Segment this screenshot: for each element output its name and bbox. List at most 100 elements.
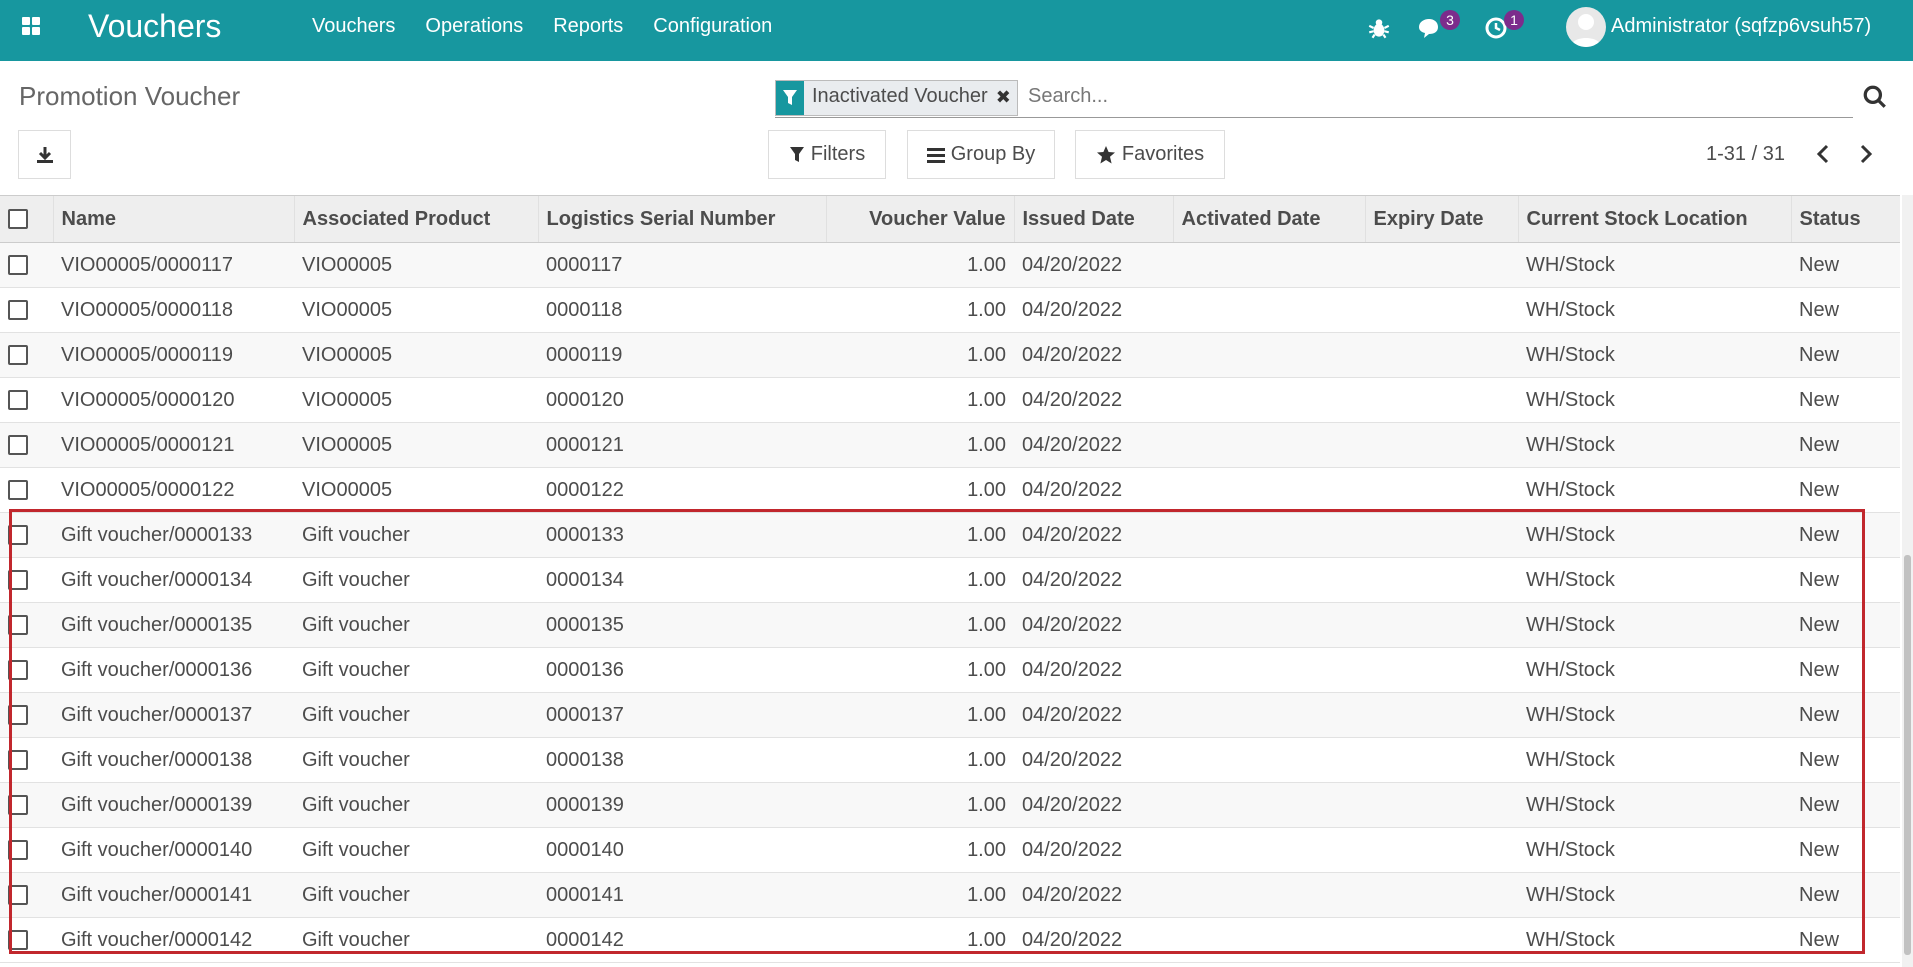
select-all-cell [0, 195, 53, 243]
row-checkbox[interactable] [8, 840, 28, 861]
apps-menu-icon[interactable] [22, 17, 40, 35]
activities-badge: 1 [1504, 10, 1524, 30]
menu-vouchers[interactable]: Vouchers [312, 15, 395, 38]
table-row[interactable]: Gift voucher/0000140 Gift voucher 0000140 1… [0, 827, 1900, 873]
row-checkbox[interactable] [8, 885, 28, 906]
cell-status: New [1791, 872, 1900, 918]
table-row[interactable]: VIO00005/0000120 VIO00005 0000120 1.00 04/20… [0, 377, 1900, 423]
favorites-button[interactable]: Favorites [1075, 130, 1225, 179]
row-checkbox[interactable] [8, 750, 28, 771]
row-checkbox[interactable] [8, 390, 28, 411]
column-header-status[interactable]: Status [1790, 195, 1900, 243]
table-row[interactable]: Gift voucher/0000133 Gift voucher 0000133 1… [0, 512, 1900, 558]
facet-remove-icon[interactable]: ✖ [994, 81, 1017, 115]
cell-activated-date [1173, 512, 1365, 558]
pager-next-button[interactable] [1853, 140, 1879, 168]
column-header-issued-date[interactable]: Issued Date [1013, 195, 1173, 243]
vertical-scrollbar[interactable] [1902, 195, 1913, 967]
cell-expiry-date [1365, 332, 1518, 378]
cell-serial: 0000122 [538, 467, 826, 513]
cell-location: WH/Stock [1518, 647, 1791, 693]
table-row[interactable]: Gift voucher/0000135 Gift voucher 0000135 1… [0, 602, 1900, 648]
menu-configuration[interactable]: Configuration [653, 15, 772, 38]
pager-previous-button[interactable] [1810, 140, 1836, 168]
cell-product: VIO00005 [294, 287, 538, 333]
table-row[interactable]: VIO00005/0000121 VIO00005 0000121 1.00 04/20… [0, 422, 1900, 468]
bug-icon[interactable] [1366, 15, 1392, 41]
cell-activated-date [1173, 242, 1365, 288]
table-row[interactable]: Gift voucher/0000139 Gift voucher 0000139 1… [0, 782, 1900, 828]
table-row[interactable]: Gift voucher/0000141 Gift voucher 0000141 1… [0, 872, 1900, 918]
cell-name: VIO00005/0000120 [53, 377, 294, 423]
cell-product: Gift voucher [294, 692, 538, 738]
row-checkbox[interactable] [8, 570, 28, 591]
table-row[interactable]: Gift voucher/0000134 Gift voucher 0000134 1… [0, 557, 1900, 603]
cell-status: New [1791, 557, 1900, 603]
table-row[interactable]: Gift voucher/0000142 Gift voucher 0000142 1… [0, 917, 1900, 963]
table-row[interactable]: VIO00005/0000119 VIO00005 0000119 1.00 04/20… [0, 332, 1900, 378]
cell-serial: 0000119 [538, 332, 826, 378]
export-button[interactable] [18, 130, 71, 179]
table-row[interactable]: Gift voucher/0000137 Gift voucher 0000137 1… [0, 692, 1900, 738]
filters-button[interactable]: Filters [768, 130, 886, 179]
table-row[interactable]: VIO00005/0000118 VIO00005 0000118 1.00 04/20… [0, 287, 1900, 333]
cell-activated-date [1173, 377, 1365, 423]
table-row[interactable]: VIO00005/0000117 VIO00005 0000117 1.00 04/20… [0, 242, 1900, 288]
page-title: Promotion Voucher [19, 81, 241, 111]
row-checkbox[interactable] [8, 525, 28, 546]
voucher-list: Name Associated Product Logistics Serial… [0, 195, 1900, 967]
scrollbar-thumb[interactable] [1904, 555, 1911, 955]
user-menu[interactable]: Administrator (sqfzp6vsuh57) [1611, 15, 1871, 38]
column-header-name[interactable]: Name [52, 195, 294, 243]
cell-product: Gift voucher [294, 557, 538, 603]
cell-status: New [1791, 287, 1900, 333]
row-checkbox[interactable] [8, 660, 28, 681]
table-row[interactable]: Gift voucher/0000136 Gift voucher 0000136 1… [0, 647, 1900, 693]
cell-serial: 0000141 [538, 872, 826, 918]
row-checkbox[interactable] [8, 255, 28, 276]
pager-value[interactable]: 1-31 / 31 [1706, 143, 1785, 166]
app-brand[interactable]: Vouchers [88, 8, 221, 45]
column-header-expiry-date[interactable]: Expiry Date [1364, 195, 1518, 243]
row-checkbox[interactable] [8, 300, 28, 321]
row-checkbox[interactable] [8, 930, 28, 951]
cell-status: New [1791, 602, 1900, 648]
cell-serial: 0000142 [538, 917, 826, 963]
row-select-cell [0, 242, 53, 288]
table-row[interactable]: Gift voucher/0000138 Gift voucher 0000138 1… [0, 737, 1900, 783]
row-select-cell [0, 422, 53, 468]
cell-product: Gift voucher [294, 917, 538, 963]
cell-location: WH/Stock [1518, 377, 1791, 423]
row-checkbox[interactable] [8, 345, 28, 366]
column-header-value[interactable]: Voucher Value [825, 195, 1014, 243]
cell-value: 1.00 [826, 377, 1014, 423]
column-header-location[interactable]: Current Stock Location [1517, 195, 1791, 243]
cell-issued-date: 04/20/2022 [1014, 917, 1173, 963]
cell-activated-date [1173, 782, 1365, 828]
row-checkbox[interactable] [8, 435, 28, 456]
menu-reports[interactable]: Reports [553, 15, 623, 38]
cell-product: Gift voucher [294, 512, 538, 558]
groupby-button[interactable]: Group By [907, 130, 1055, 179]
column-header-activated-date[interactable]: Activated Date [1172, 195, 1365, 243]
cell-product: VIO00005 [294, 422, 538, 468]
cell-serial: 0000135 [538, 602, 826, 648]
row-checkbox[interactable] [8, 480, 28, 501]
facet-label: Inactivated Voucher [812, 85, 988, 107]
column-header-serial[interactable]: Logistics Serial Number [537, 195, 826, 243]
cell-serial: 0000133 [538, 512, 826, 558]
user-avatar[interactable] [1566, 7, 1606, 47]
search-icon[interactable] [1862, 84, 1888, 110]
cell-issued-date: 04/20/2022 [1014, 827, 1173, 873]
table-row[interactable]: VIO00005/0000122 VIO00005 0000122 1.00 04/20… [0, 467, 1900, 513]
search-input[interactable] [1028, 85, 1828, 108]
cell-value: 1.00 [826, 467, 1014, 513]
select-all-checkbox[interactable] [8, 209, 28, 230]
row-checkbox[interactable] [8, 795, 28, 816]
cell-expiry-date [1365, 467, 1518, 513]
cell-location: WH/Stock [1518, 422, 1791, 468]
row-checkbox[interactable] [8, 705, 28, 726]
row-checkbox[interactable] [8, 615, 28, 636]
menu-operations[interactable]: Operations [425, 15, 523, 38]
column-header-product[interactable]: Associated Product [293, 195, 538, 243]
